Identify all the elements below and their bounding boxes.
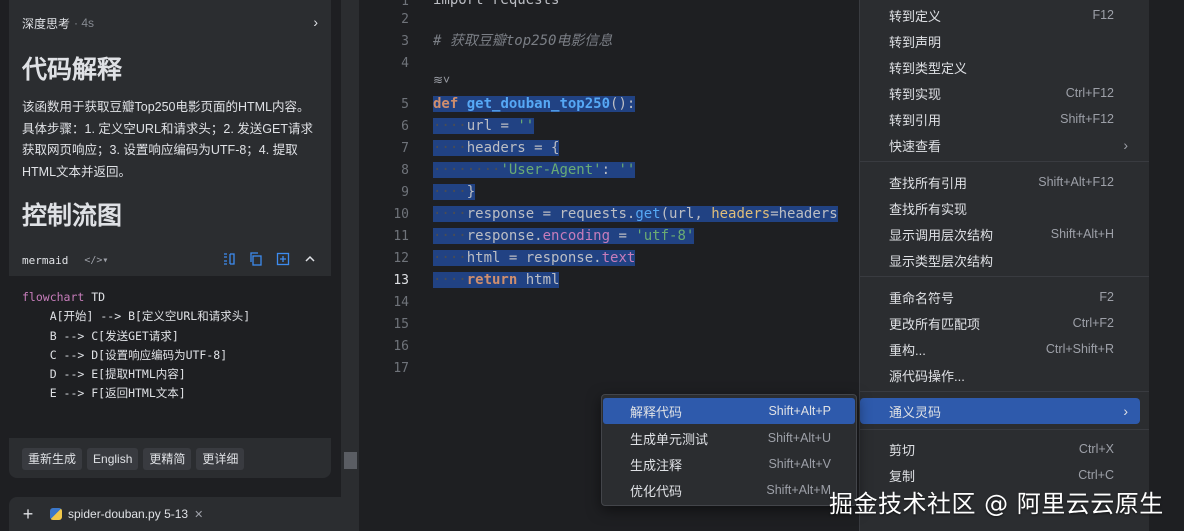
menu-item-go-to-type-definition[interactable]: 转到类型定义 bbox=[860, 54, 1150, 80]
submenu-item-generate-comment[interactable]: 生成注释 Shift+Alt+V bbox=[603, 451, 855, 477]
editor-background-right bbox=[1149, 0, 1184, 531]
menu-item-change-all-occurrences[interactable]: 更改所有匹配项 Ctrl+F2 bbox=[860, 310, 1150, 336]
line-number: 11 bbox=[393, 229, 409, 244]
line-number: 12 bbox=[393, 251, 409, 266]
menu-item-refactor[interactable]: 重构... Ctrl+Shift+R bbox=[860, 336, 1150, 362]
menu-item-go-to-references[interactable]: 转到引用 Shift+F12 bbox=[860, 106, 1150, 132]
line-number: 17 bbox=[393, 361, 409, 376]
code-line: E --> F[返回HTML文本] bbox=[22, 386, 186, 401]
line-number: 5 bbox=[401, 97, 409, 112]
code-line-11: ····response.encoding = 'utf-8' bbox=[433, 228, 695, 244]
mermaid-code-block: flowchart TD A[开始] --> B[定义空URL和请求头] B -… bbox=[9, 276, 331, 438]
tongyi-submenu: 解释代码 Shift+Alt+P 生成单元测试 Shift+Alt+U 生成注释 Sh… bbox=[601, 394, 857, 506]
heading-control-flow: 控制流图 bbox=[22, 202, 123, 230]
remove-attachment-icon[interactable]: ✕ bbox=[194, 508, 203, 521]
menu-separator bbox=[860, 161, 1150, 162]
menu-item-cut[interactable]: 剪切 Ctrl+X bbox=[860, 436, 1150, 462]
code-line-9: ····} bbox=[433, 184, 476, 200]
menu-item-go-to-implementation[interactable]: 转到实现 Ctrl+F12 bbox=[860, 80, 1150, 106]
code-line-10: ····response = requests.get(url, headers… bbox=[433, 206, 838, 222]
code-line: C --> D[设置响应编码为UTF-8] bbox=[22, 347, 228, 362]
line-number: 8 bbox=[401, 163, 409, 178]
submenu-item-explain-code[interactable]: 解释代码 Shift+Alt+P bbox=[603, 398, 855, 424]
explain-paragraph: 该函数用于获取豆瓣Top250电影页面的HTML内容。具体步骤：1. 定义空UR… bbox=[22, 100, 313, 179]
new-file-icon[interactable] bbox=[275, 252, 290, 267]
menu-item-find-all-implementations[interactable]: 查找所有实现 bbox=[860, 195, 1150, 221]
code-line: A[开始] --> B[定义空URL和请求头] bbox=[22, 309, 251, 324]
chevron-right-icon[interactable]: › bbox=[313, 14, 318, 30]
python-file-icon bbox=[50, 508, 62, 520]
deep-think-duration: · 4s bbox=[74, 16, 95, 30]
line-number: 10 bbox=[393, 207, 409, 222]
more-detailed-button[interactable]: 更详细 bbox=[196, 448, 245, 470]
menu-item-call-hierarchy[interactable]: 显示调用层次结构 Shift+Alt+H bbox=[860, 221, 1150, 247]
chat-panel: 深度思考 · 4s › 代码解释 该函数用于获取豆瓣Top250电影页面的HTM… bbox=[0, 0, 348, 531]
insert-code-icon[interactable] bbox=[221, 252, 236, 267]
menu-item-type-hierarchy[interactable]: 显示类型层次结构 bbox=[860, 247, 1150, 273]
code-line-8: ········'User-Agent': '' bbox=[433, 162, 636, 178]
menu-item-rename-symbol[interactable]: 重命名符号 F2 bbox=[860, 284, 1150, 310]
line-number: 4 bbox=[401, 56, 409, 71]
deep-think-label: 深度思考 bbox=[22, 16, 71, 31]
regenerate-button[interactable]: 重新生成 bbox=[22, 448, 83, 470]
line-number: 6 bbox=[401, 119, 409, 134]
line-number: 2 bbox=[401, 12, 409, 27]
menu-separator bbox=[860, 429, 1150, 430]
code-line-7: ····headers = { bbox=[433, 140, 560, 156]
chevron-right-icon: › bbox=[1123, 403, 1128, 419]
copy-icon[interactable] bbox=[248, 252, 263, 267]
code-line-13: ····return html bbox=[433, 272, 560, 288]
menu-item-go-to-declaration[interactable]: 转到声明 bbox=[860, 28, 1150, 54]
code-line-6: ····url = '' bbox=[433, 118, 535, 134]
code-view-switch[interactable]: </>▾ bbox=[84, 255, 108, 266]
attached-file-name: spider-douban.py 5-13 bbox=[68, 507, 189, 521]
deep-think-toggle[interactable]: 深度思考 · 4s › bbox=[22, 14, 322, 32]
line-number: 1 bbox=[401, 0, 409, 9]
code-line-comment: # 获取豆瓣top250电影信息 bbox=[433, 33, 613, 49]
panel-scrollbar-thumb[interactable] bbox=[344, 452, 357, 469]
menu-separator bbox=[860, 391, 1150, 392]
code-line: B --> C[发送GET请求] bbox=[22, 328, 179, 343]
add-context-icon[interactable]: + bbox=[18, 504, 38, 525]
watermark: 掘金技术社区 @ 阿里云云原生 bbox=[829, 490, 1164, 518]
collapse-icon[interactable] bbox=[302, 252, 317, 267]
app-window: 深度思考 · 4s › 代码解释 该函数用于获取豆瓣Top250电影页面的HTM… bbox=[0, 0, 1184, 531]
line-number: 3 bbox=[401, 34, 409, 49]
menu-item-source-action[interactable]: 源代码操作... bbox=[860, 362, 1150, 388]
code-block-toolbar: mermaid </>▾ bbox=[9, 246, 331, 274]
menu-item-tongyi-lingma[interactable]: 通义灵码 › bbox=[860, 398, 1140, 424]
code-line: D --> E[提取HTML内容] bbox=[22, 367, 186, 382]
line-number: 15 bbox=[393, 317, 409, 332]
line-number: 9 bbox=[401, 185, 409, 200]
submenu-item-optimize-code[interactable]: 优化代码 Shift+Alt+M bbox=[603, 477, 855, 503]
answer-actions: 重新生成 English 更精简 更详细 bbox=[22, 448, 245, 470]
more-concise-button[interactable]: 更精简 bbox=[143, 448, 192, 470]
context-attachment-bar: + spider-douban.py 5-13 ✕ bbox=[9, 497, 348, 531]
english-button[interactable]: English bbox=[87, 448, 139, 470]
current-line-number: 13 bbox=[393, 273, 409, 288]
menu-item-find-all-references[interactable]: 查找所有引用 Shift+Alt+F12 bbox=[860, 169, 1150, 195]
code-language-label: mermaid bbox=[22, 253, 69, 267]
ai-hint-icon[interactable]: ≋˅ bbox=[433, 73, 450, 87]
menu-separator bbox=[860, 276, 1150, 277]
code-line-5: def get_douban_top250(): bbox=[433, 96, 636, 112]
heading-code-explain: 代码解释 bbox=[22, 56, 123, 84]
line-number: 7 bbox=[401, 141, 409, 156]
menu-item-peek[interactable]: 快速查看 › bbox=[860, 132, 1150, 158]
code-line-1: import requests bbox=[433, 0, 560, 8]
menu-item-go-to-definition[interactable]: 转到定义 F12 bbox=[860, 2, 1150, 28]
chat-answer-card: 深度思考 · 4s › 代码解释 该函数用于获取豆瓣Top250电影页面的HTM… bbox=[9, 0, 331, 478]
attached-file-chip[interactable]: spider-douban.py 5-13 ✕ bbox=[44, 503, 210, 525]
line-number: 16 bbox=[393, 339, 409, 354]
line-number: 14 bbox=[393, 295, 409, 310]
chevron-right-icon: › bbox=[1123, 137, 1128, 153]
code-line-12: ····html = response.text bbox=[433, 250, 636, 266]
code-line: flowchart TD bbox=[22, 290, 106, 304]
submenu-item-generate-unit-test[interactable]: 生成单元测试 Shift+Alt+U bbox=[603, 425, 855, 451]
editor-context-menu: 转到定义 F12 转到声明 转到类型定义 转到实现 Ctrl+F12 转到引用 Shi… bbox=[859, 0, 1150, 531]
